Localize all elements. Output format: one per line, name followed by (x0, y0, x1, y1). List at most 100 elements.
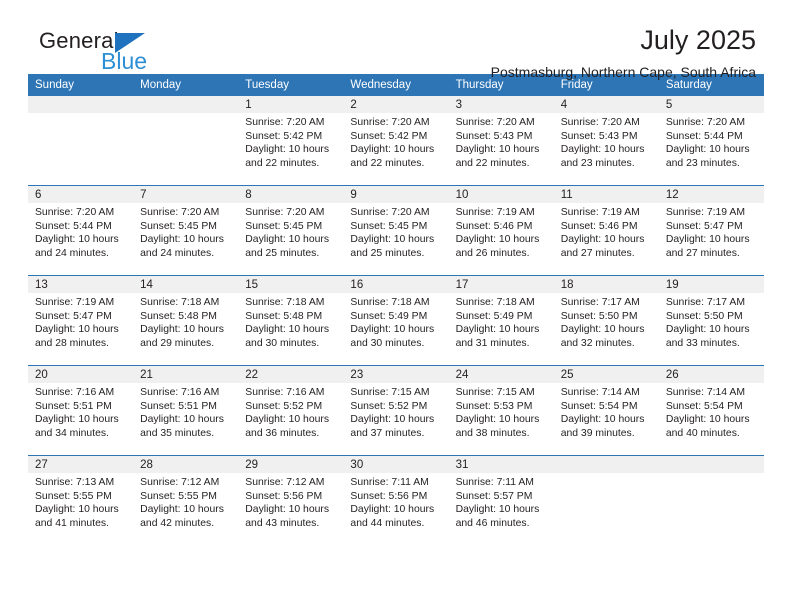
calendar-day-cell[interactable]: 20 Sunrise: 7:16 AM Sunset: 5:51 PM Dayl… (28, 365, 134, 456)
calendar-day-cell[interactable]: 26 Sunrise: 7:14 AM Sunset: 5:54 PM Dayl… (658, 365, 764, 456)
calendar-day-cell[interactable]: 21 Sunrise: 7:16 AM Sunset: 5:51 PM Dayl… (133, 365, 239, 456)
calendar-day-cell[interactable]: 30 Sunrise: 7:11 AM Sunset: 5:56 PM Dayl… (343, 455, 449, 545)
calendar-day-cell[interactable]: 3 Sunrise: 7:20 AM Sunset: 5:43 PM Dayli… (448, 96, 554, 186)
sunset-text: Sunset: 5:51 PM (140, 400, 217, 412)
daylight-text: Daylight: 10 hours and 41 minutes. (35, 504, 119, 529)
sunrise-text: Sunrise: 7:12 AM (140, 477, 220, 488)
day-number (658, 456, 764, 473)
calendar-day-cell[interactable] (28, 96, 134, 186)
day-details: Sunrise: 7:13 AM Sunset: 5:55 PM Dayligh… (28, 473, 133, 530)
calendar-week-row: 20 Sunrise: 7:16 AM Sunset: 5:51 PM Dayl… (28, 365, 764, 456)
calendar-day-cell[interactable]: 13 Sunrise: 7:19 AM Sunset: 5:47 PM Dayl… (28, 275, 134, 366)
calendar-day-cell[interactable]: 15 Sunrise: 7:18 AM Sunset: 5:48 PM Dayl… (238, 275, 344, 366)
daylight-text: Daylight: 10 hours and 43 minutes. (245, 504, 330, 529)
sunrise-text: Sunrise: 7:20 AM (455, 117, 535, 128)
sunrise-text: Sunrise: 7:18 AM (455, 297, 535, 308)
calendar-day-cell[interactable]: 27 Sunrise: 7:13 AM Sunset: 5:55 PM Dayl… (28, 455, 134, 545)
calendar-day-cell[interactable]: 4 Sunrise: 7:20 AM Sunset: 5:43 PM Dayli… (553, 96, 659, 186)
calendar-day-cell[interactable]: 12 Sunrise: 7:19 AM Sunset: 5:47 PM Dayl… (658, 185, 764, 276)
day-details: Sunrise: 7:20 AM Sunset: 5:45 PM Dayligh… (343, 203, 448, 260)
daylight-text: Daylight: 10 hours and 25 minutes. (245, 234, 330, 259)
calendar-day-cell[interactable]: 31 Sunrise: 7:11 AM Sunset: 5:57 PM Dayl… (448, 455, 554, 545)
calendar-day-cell[interactable]: 2 Sunrise: 7:20 AM Sunset: 5:42 PM Dayli… (343, 96, 449, 186)
daylight-text: Daylight: 10 hours and 30 minutes. (350, 324, 435, 349)
calendar-day-cell[interactable]: 10 Sunrise: 7:19 AM Sunset: 5:46 PM Dayl… (448, 185, 554, 276)
sunrise-text: Sunrise: 7:14 AM (665, 387, 745, 398)
day-details: Sunrise: 7:16 AM Sunset: 5:51 PM Dayligh… (28, 383, 133, 440)
calendar-day-cell[interactable]: 18 Sunrise: 7:17 AM Sunset: 5:50 PM Dayl… (553, 275, 659, 366)
sunrise-text: Sunrise: 7:11 AM (350, 477, 429, 488)
day-number: 19 (658, 276, 764, 293)
day-details: Sunrise: 7:15 AM Sunset: 5:53 PM Dayligh… (449, 383, 554, 440)
calendar-day-cell[interactable]: 1 Sunrise: 7:20 AM Sunset: 5:42 PM Dayli… (238, 96, 344, 186)
sunset-text: Sunset: 5:56 PM (245, 490, 323, 502)
page-subtitle: Postmasburg, Northern Cape, South Africa (490, 63, 756, 80)
sunset-text: Sunset: 5:45 PM (245, 220, 323, 232)
calendar-day-cell[interactable]: 22 Sunrise: 7:16 AM Sunset: 5:52 PM Dayl… (238, 365, 344, 456)
daylight-text: Daylight: 10 hours and 31 minutes. (455, 324, 540, 349)
calendar-day-cell[interactable]: 14 Sunrise: 7:18 AM Sunset: 5:48 PM Dayl… (133, 275, 239, 366)
day-number: 21 (133, 366, 239, 383)
weekday-header-tuesday: Tuesday (238, 74, 344, 96)
calendar-day-cell[interactable] (553, 455, 659, 545)
sunset-text: Sunset: 5:54 PM (560, 400, 638, 412)
day-number (553, 456, 659, 473)
calendar-day-cell[interactable]: 8 Sunrise: 7:20 AM Sunset: 5:45 PM Dayli… (238, 185, 344, 276)
calendar-day-cell[interactable]: 9 Sunrise: 7:20 AM Sunset: 5:45 PM Dayli… (343, 185, 449, 276)
calendar-day-cell[interactable]: 5 Sunrise: 7:20 AM Sunset: 5:44 PM Dayli… (658, 96, 764, 186)
daylight-text: Daylight: 10 hours and 29 minutes. (140, 324, 224, 349)
day-details: Sunrise: 7:11 AM Sunset: 5:57 PM Dayligh… (449, 473, 554, 530)
calendar-day-cell[interactable]: 17 Sunrise: 7:18 AM Sunset: 5:49 PM Dayl… (448, 275, 554, 366)
sunrise-text: Sunrise: 7:18 AM (245, 297, 325, 308)
calendar-day-cell[interactable]: 7 Sunrise: 7:20 AM Sunset: 5:45 PM Dayli… (133, 185, 239, 276)
calendar-day-cell[interactable]: 23 Sunrise: 7:15 AM Sunset: 5:52 PM Dayl… (343, 365, 449, 456)
daylight-text: Daylight: 10 hours and 46 minutes. (455, 504, 540, 529)
calendar-day-cell[interactable] (658, 455, 764, 545)
day-number (28, 96, 134, 113)
calendar-day-cell[interactable] (133, 96, 239, 186)
sunrise-text: Sunrise: 7:15 AM (455, 387, 535, 398)
sunset-text: Sunset: 5:45 PM (140, 220, 217, 232)
sunset-text: Sunset: 5:44 PM (665, 130, 743, 142)
sunrise-text: Sunrise: 7:11 AM (455, 477, 534, 488)
sunset-text: Sunset: 5:57 PM (455, 490, 533, 502)
day-details: Sunrise: 7:20 AM Sunset: 5:42 PM Dayligh… (238, 113, 343, 170)
day-details: Sunrise: 7:20 AM Sunset: 5:43 PM Dayligh… (554, 113, 659, 170)
day-number: 16 (343, 276, 449, 293)
calendar-day-cell[interactable]: 19 Sunrise: 7:17 AM Sunset: 5:50 PM Dayl… (658, 275, 764, 366)
day-details: Sunrise: 7:19 AM Sunset: 5:46 PM Dayligh… (554, 203, 659, 260)
calendar-day-cell[interactable]: 29 Sunrise: 7:12 AM Sunset: 5:56 PM Dayl… (238, 455, 344, 545)
general-blue-logo[interactable]: General Blue (39, 28, 169, 76)
day-details: Sunrise: 7:18 AM Sunset: 5:49 PM Dayligh… (343, 293, 448, 350)
day-number: 4 (553, 96, 659, 113)
calendar-day-cell[interactable]: 24 Sunrise: 7:15 AM Sunset: 5:53 PM Dayl… (448, 365, 554, 456)
sunrise-text: Sunrise: 7:20 AM (665, 117, 745, 128)
day-details (659, 473, 764, 476)
sunrise-text: Sunrise: 7:14 AM (560, 387, 640, 398)
calendar-day-cell[interactable]: 28 Sunrise: 7:12 AM Sunset: 5:55 PM Dayl… (133, 455, 239, 545)
day-details: Sunrise: 7:20 AM Sunset: 5:44 PM Dayligh… (659, 113, 764, 170)
calendar-day-cell[interactable]: 11 Sunrise: 7:19 AM Sunset: 5:46 PM Dayl… (553, 185, 659, 276)
sunset-text: Sunset: 5:54 PM (665, 400, 743, 412)
calendar-day-cell[interactable]: 16 Sunrise: 7:18 AM Sunset: 5:49 PM Dayl… (343, 275, 449, 366)
day-details: Sunrise: 7:20 AM Sunset: 5:44 PM Dayligh… (28, 203, 133, 260)
sunset-text: Sunset: 5:52 PM (350, 400, 428, 412)
day-number: 24 (448, 366, 554, 383)
sunrise-text: Sunrise: 7:15 AM (350, 387, 430, 398)
calendar-day-cell[interactable]: 25 Sunrise: 7:14 AM Sunset: 5:54 PM Dayl… (553, 365, 659, 456)
daylight-text: Daylight: 10 hours and 34 minutes. (35, 414, 119, 439)
day-details: Sunrise: 7:11 AM Sunset: 5:56 PM Dayligh… (343, 473, 448, 530)
day-details: Sunrise: 7:19 AM Sunset: 5:47 PM Dayligh… (659, 203, 764, 260)
day-number: 10 (448, 186, 554, 203)
sunset-text: Sunset: 5:49 PM (455, 310, 533, 322)
daylight-text: Daylight: 10 hours and 44 minutes. (350, 504, 435, 529)
sunset-text: Sunset: 5:48 PM (245, 310, 323, 322)
daylight-text: Daylight: 10 hours and 30 minutes. (245, 324, 330, 349)
calendar-day-cell[interactable]: 6 Sunrise: 7:20 AM Sunset: 5:44 PM Dayli… (28, 185, 134, 276)
sunrise-text: Sunrise: 7:20 AM (560, 117, 640, 128)
daylight-text: Daylight: 10 hours and 37 minutes. (350, 414, 435, 439)
day-details: Sunrise: 7:17 AM Sunset: 5:50 PM Dayligh… (659, 293, 764, 350)
day-details: Sunrise: 7:16 AM Sunset: 5:52 PM Dayligh… (238, 383, 343, 440)
sunrise-text: Sunrise: 7:20 AM (350, 207, 430, 218)
day-details: Sunrise: 7:18 AM Sunset: 5:49 PM Dayligh… (449, 293, 554, 350)
